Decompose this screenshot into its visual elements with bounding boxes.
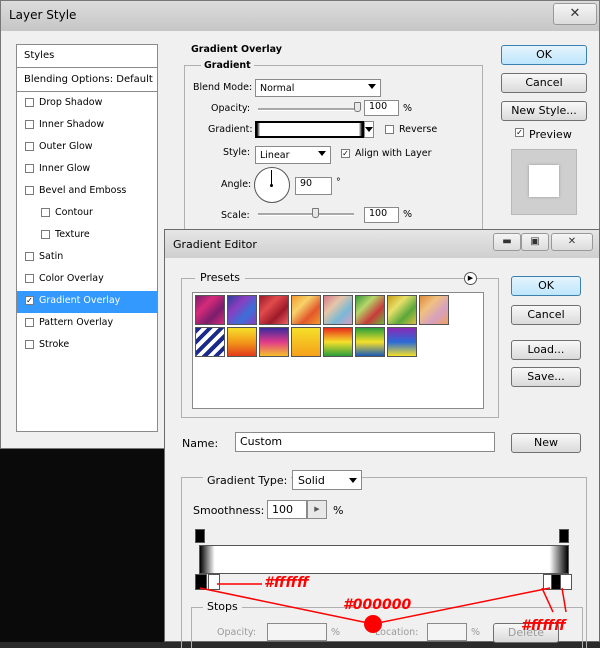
annotation-line-white-right-b	[561, 587, 567, 613]
annotation-white-left: #ffffff	[264, 575, 309, 591]
annotation-white-right: #ffffff	[521, 618, 566, 634]
annotation-black-center: #000000	[343, 597, 412, 613]
annotation-dot	[364, 615, 382, 633]
annotation-overlay	[199, 583, 567, 633]
annotation-line-white-right-a	[541, 587, 554, 613]
